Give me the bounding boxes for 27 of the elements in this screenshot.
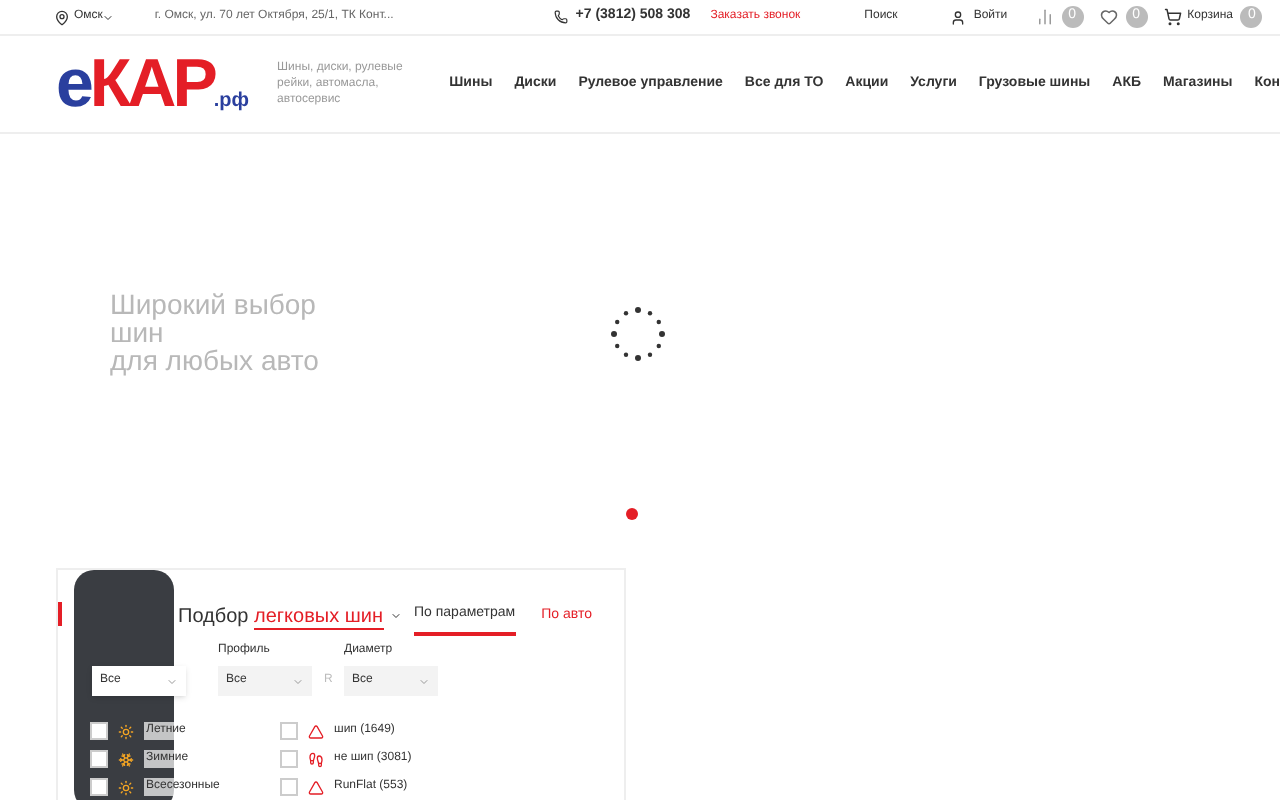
caret-icon[interactable] [102,11,115,23]
season-icon [118,779,134,795]
chevron-down-icon [166,675,178,687]
option-icon [308,751,324,767]
chevron-down-icon [418,675,430,687]
cart-icon[interactable] [1163,8,1182,26]
checkbox[interactable] [280,722,298,740]
compare-icon[interactable] [1035,8,1054,26]
hero-title: Широкий выбор шин для любых авто [110,290,319,374]
season-icon [118,751,134,767]
caret-icon[interactable] [390,610,402,622]
option-icon [308,779,324,795]
location-pin-icon [54,9,70,25]
checkbox[interactable] [90,778,108,796]
favorites-icon[interactable] [1099,8,1118,26]
checkbox[interactable] [280,778,298,796]
user-icon[interactable] [949,9,966,25]
loading-spinner-icon [610,306,666,362]
logo[interactable]: еКАР.рф [56,50,250,118]
season-icon [118,723,134,739]
filter-title: Подбор легковых шин [178,604,384,632]
checkbox[interactable] [90,722,108,740]
checkbox[interactable] [280,750,298,768]
checkbox[interactable] [90,750,108,768]
option-icon [308,723,324,739]
phone-icon [553,10,568,24]
chevron-down-icon [292,675,304,687]
